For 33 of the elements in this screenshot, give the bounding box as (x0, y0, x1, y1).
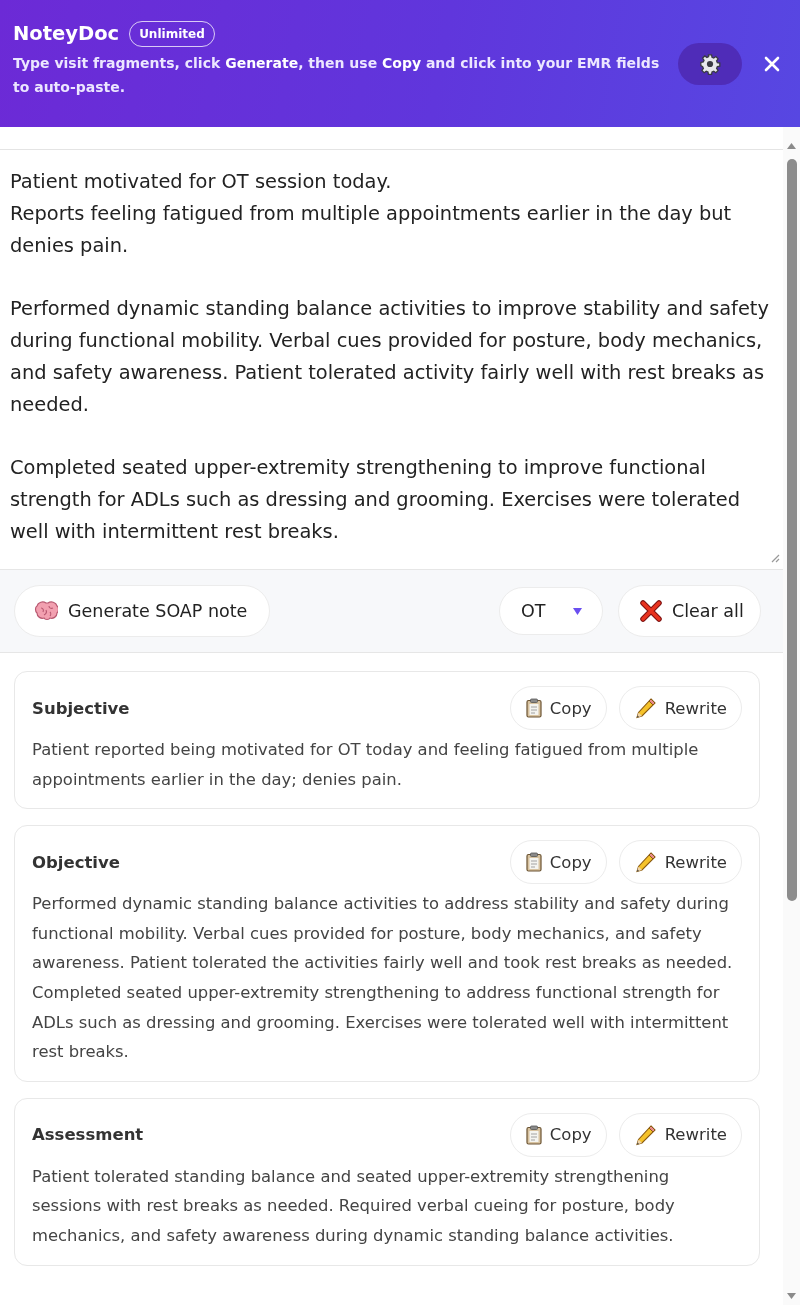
brain-icon (34, 600, 58, 622)
clipboard-icon (525, 1124, 542, 1145)
instructions-text: Type visit fragments, click Generate, then use Copy and click into your EMR fields to auto-paste. (13, 53, 661, 97)
rewrite-button[interactable]: Rewrite (618, 840, 742, 885)
generate-button[interactable]: Generate SOAP note (14, 585, 270, 637)
pencil-icon (634, 1123, 657, 1146)
section-text: Patient tolerated standing balance and seated upper-extremity strengthening sessions with rest breaks as needed. Required verbal cueing for posture, body mechanics, and safety awareness during dynamic standing balance activities. (32, 1165, 676, 1247)
clipboard-icon (525, 852, 542, 873)
copy-button[interactable]: Copy (509, 686, 607, 730)
close-icon[interactable] (764, 55, 780, 72)
scroll-up-icon[interactable] (787, 143, 796, 149)
cross-icon (640, 600, 662, 622)
rewrite-button[interactable]: Rewrite (618, 686, 742, 730)
settings-button[interactable] (678, 42, 742, 85)
caret-icon (573, 607, 583, 615)
section-title: Objective (32, 852, 120, 872)
section-title: Subjective (32, 698, 130, 718)
clear-all-button[interactable]: Clear all (618, 585, 761, 637)
pencil-icon (634, 697, 657, 719)
section-text: Patient reported being motivated for OT today and feeling fatigued from multiple appointments earlier in the day; denies pain. (32, 739, 700, 791)
clipboard-icon (525, 698, 542, 718)
pencil-icon (634, 851, 657, 874)
copy-button[interactable]: Copy (509, 840, 607, 885)
resize-grip-icon[interactable] (770, 553, 780, 563)
scroll-down-icon[interactable] (787, 1293, 796, 1299)
settings-icon (699, 52, 721, 75)
section-title: Assessment (32, 1125, 144, 1145)
app-title: NoteyDoc (13, 22, 120, 45)
discipline-dropdown[interactable]: OT (499, 587, 603, 635)
section-text: Performed dynamic standing balance activities to address stability and safety during functional mobility. Verbal cues provided for posture, body mechanics, and safety awareness. Patient tolerated the activities fairly well and took rest breaks as needed. Completed seated upper-extremity strengthening to address functional strength for ADLs such as dressing and grooming. Exercises were tolerated well with intermittent rest breaks. (32, 893, 734, 1064)
copy-button[interactable]: Copy (509, 1112, 607, 1157)
scrollbar-thumb[interactable] (786, 159, 797, 901)
rewrite-button[interactable]: Rewrite (618, 1112, 742, 1157)
